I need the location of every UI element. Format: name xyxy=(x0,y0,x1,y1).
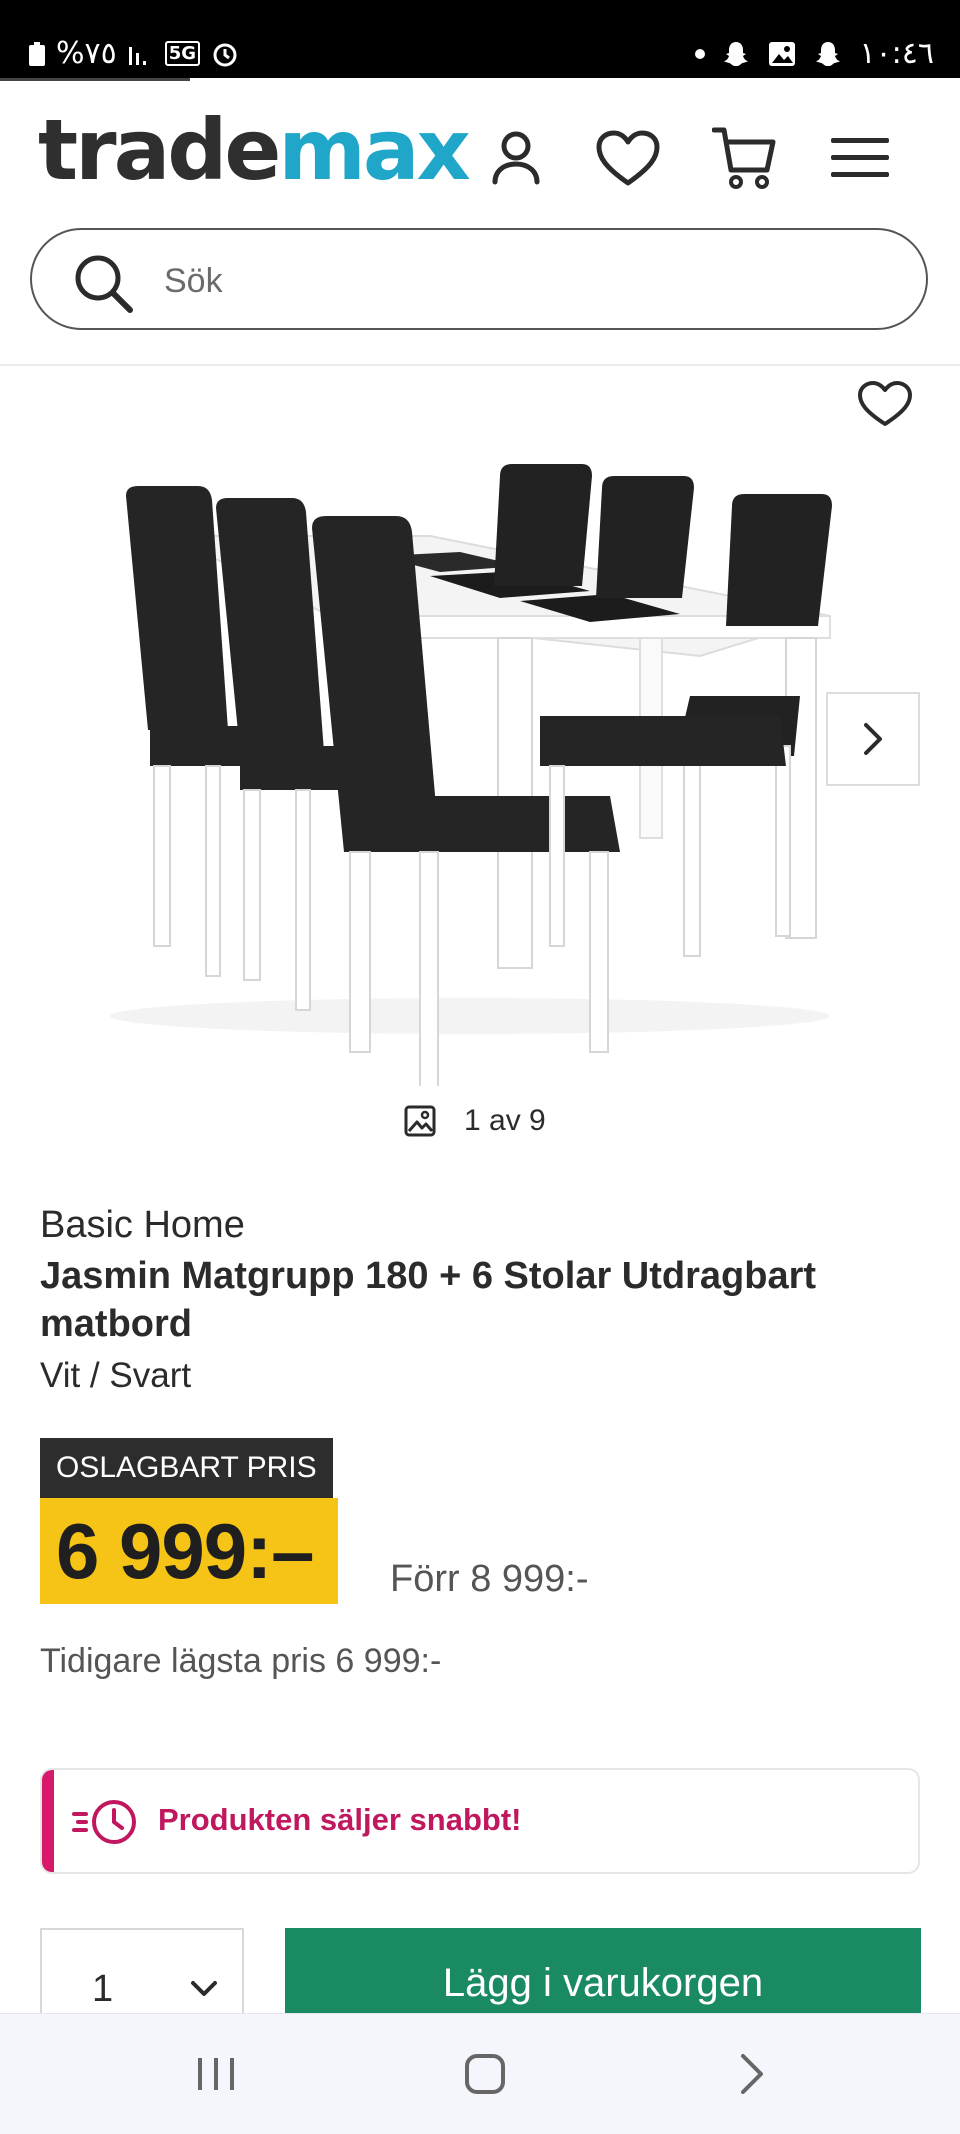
price-badge: OSLAGBART PRIS xyxy=(40,1438,333,1498)
gallery-icon xyxy=(769,41,796,66)
previous-price: Förr 8 999:- xyxy=(390,1558,589,1600)
chevron-right-icon xyxy=(741,2054,763,2094)
alert-text: Produkten säljer snabbt! xyxy=(158,1802,522,1837)
home-icon xyxy=(465,2054,505,2094)
search-bar[interactable] xyxy=(30,228,928,330)
image-counter[interactable]: 1 av 9 xyxy=(404,1104,546,1138)
heart-icon xyxy=(858,381,912,426)
heart-icon xyxy=(596,130,660,186)
clock-icon xyxy=(72,1800,136,1844)
product-variant: Vit / Svart xyxy=(40,1356,192,1395)
logo-text-max: max xyxy=(278,101,470,199)
signal-icon xyxy=(128,46,146,65)
status-bar: %٧٥ 5G ١٠:٤٦ xyxy=(0,0,960,78)
recent-apps-icon xyxy=(198,2058,234,2090)
logo-text-trade: trade xyxy=(38,101,281,199)
page-load-progress xyxy=(0,78,190,81)
network-type: 5G xyxy=(164,41,201,66)
menu-button[interactable] xyxy=(822,120,898,196)
cart-icon xyxy=(712,127,776,189)
snapchat-icon xyxy=(724,41,749,66)
snapchat-icon-2 xyxy=(816,41,841,66)
product-price: 6 999:– xyxy=(40,1498,338,1604)
lowest-price-note: Tidigare lägsta pris 6 999:- xyxy=(40,1642,442,1680)
product-gallery[interactable] xyxy=(0,366,960,1093)
search-icon xyxy=(75,255,133,313)
back-button[interactable] xyxy=(712,2044,792,2104)
battery-icon xyxy=(29,41,45,66)
favorite-product-button[interactable] xyxy=(850,372,920,436)
account-button[interactable] xyxy=(478,120,554,196)
wishlist-button[interactable] xyxy=(590,120,666,196)
chevron-right-icon xyxy=(864,723,882,755)
product-brand[interactable]: Basic Home xyxy=(40,1204,245,1247)
system-nav-bar xyxy=(0,2013,960,2134)
account-icon xyxy=(492,131,540,185)
battery-percent: %٧٥ xyxy=(56,36,117,71)
status-right: ١٠:٤٦ xyxy=(695,36,934,71)
clock: ١٠:٤٦ xyxy=(859,36,934,71)
image-counter-text: 1 av 9 xyxy=(464,1104,546,1137)
recent-apps-button[interactable] xyxy=(176,2044,256,2104)
image-icon xyxy=(404,1105,436,1137)
search-input[interactable] xyxy=(162,250,866,312)
product-image xyxy=(110,464,832,1093)
alert-accent-bar xyxy=(42,1770,54,1872)
site-logo[interactable]: trademax xyxy=(38,108,471,192)
status-left: %٧٥ 5G xyxy=(28,36,240,71)
menu-icon xyxy=(831,138,889,177)
cart-button[interactable] xyxy=(706,120,782,196)
dot-icon xyxy=(695,48,706,59)
alarm-icon xyxy=(213,43,237,66)
chevron-down-icon xyxy=(191,1981,217,1996)
gallery-next-button[interactable] xyxy=(826,692,920,786)
product-title: Jasmin Matgrupp 180 + 6 Stolar Utdragbar… xyxy=(40,1255,817,1345)
home-button[interactable] xyxy=(445,2044,525,2104)
selling-fast-alert: Produkten säljer snabbt! xyxy=(40,1768,920,1874)
quantity-value: 1 xyxy=(92,1968,114,2010)
